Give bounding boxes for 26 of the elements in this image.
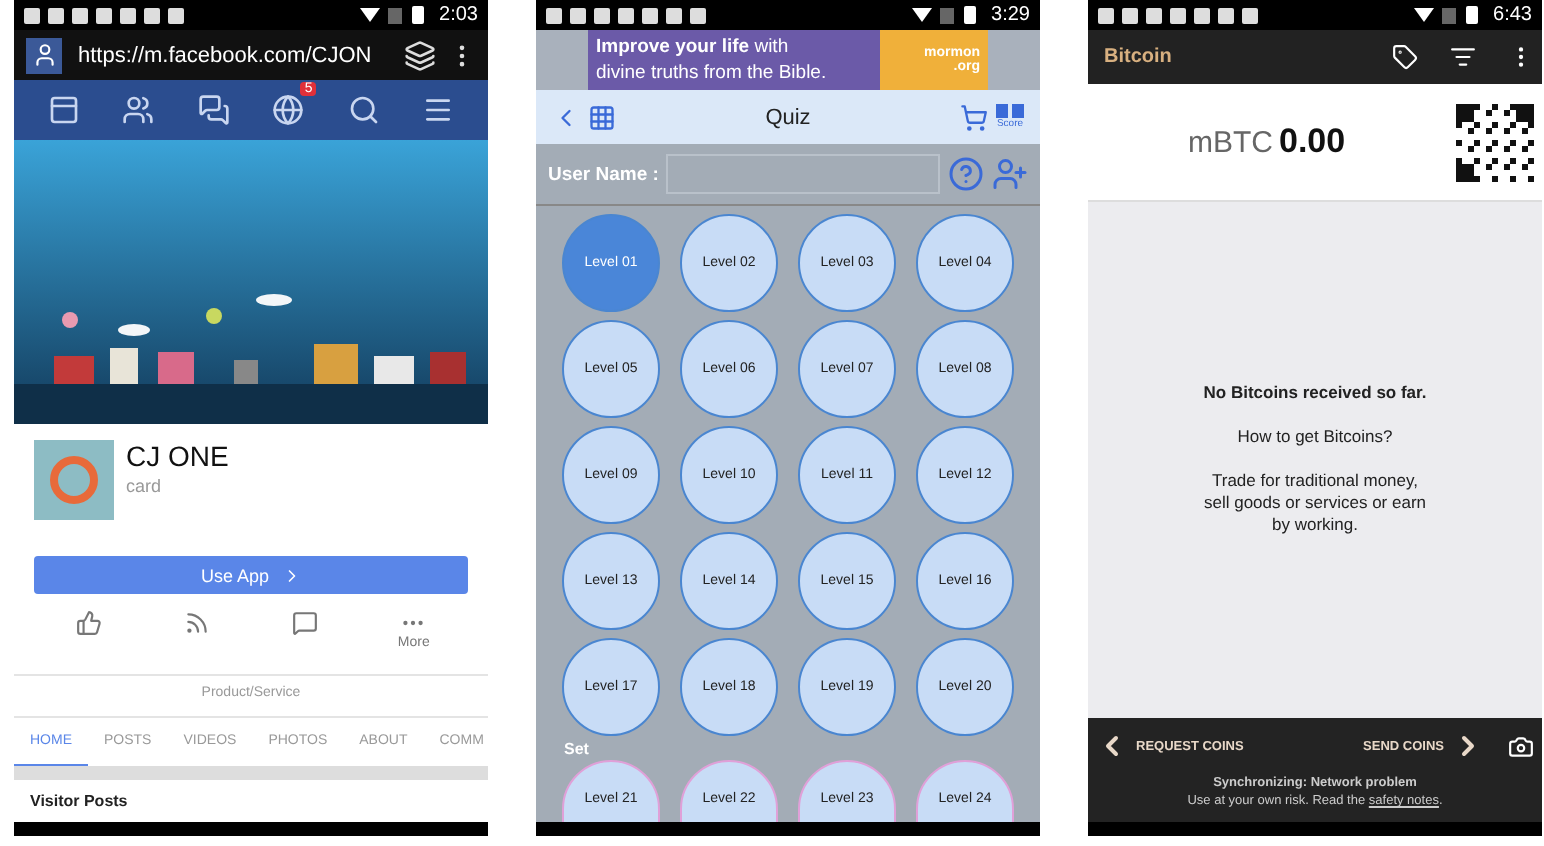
tabs-icon[interactable]	[404, 39, 436, 71]
grid-icon[interactable]	[588, 103, 616, 131]
page-name: CJ ONE	[126, 440, 229, 472]
user-name-label: User Name :	[548, 163, 659, 185]
balance-amount: 0.00	[1279, 122, 1348, 162]
filter-icon[interactable]	[1450, 44, 1476, 70]
cart-icon[interactable]	[960, 103, 988, 131]
empty-message: No Bitcoins received so far.	[1203, 382, 1427, 402]
status-time: 6:43	[1493, 4, 1532, 26]
speech-bubble-icon	[292, 610, 319, 636]
app-title: Bitcoin	[1104, 46, 1174, 68]
help-title: How to get Bitcoins?	[1237, 426, 1393, 446]
qr-code-icon[interactable]	[1456, 103, 1534, 181]
tag-icon[interactable]	[1392, 44, 1418, 70]
ad-subline: divine truths from the Bible.	[596, 60, 829, 86]
page-category: card	[126, 476, 164, 496]
status-time: 3:29	[991, 4, 1030, 26]
thumbs-up-icon	[75, 610, 102, 636]
ad-headline: Improve your life with	[596, 34, 791, 60]
camera-icon[interactable]	[1508, 733, 1534, 759]
help-text: Trade for traditional money, sell goods or services or earn by working.	[1201, 470, 1429, 536]
rss-icon	[183, 610, 210, 636]
screen-title: Quiz	[763, 105, 813, 129]
currency-unit: mBTC	[1188, 125, 1273, 159]
section-title: Visitor Posts	[28, 790, 130, 814]
status-time: 2:03	[439, 4, 478, 26]
